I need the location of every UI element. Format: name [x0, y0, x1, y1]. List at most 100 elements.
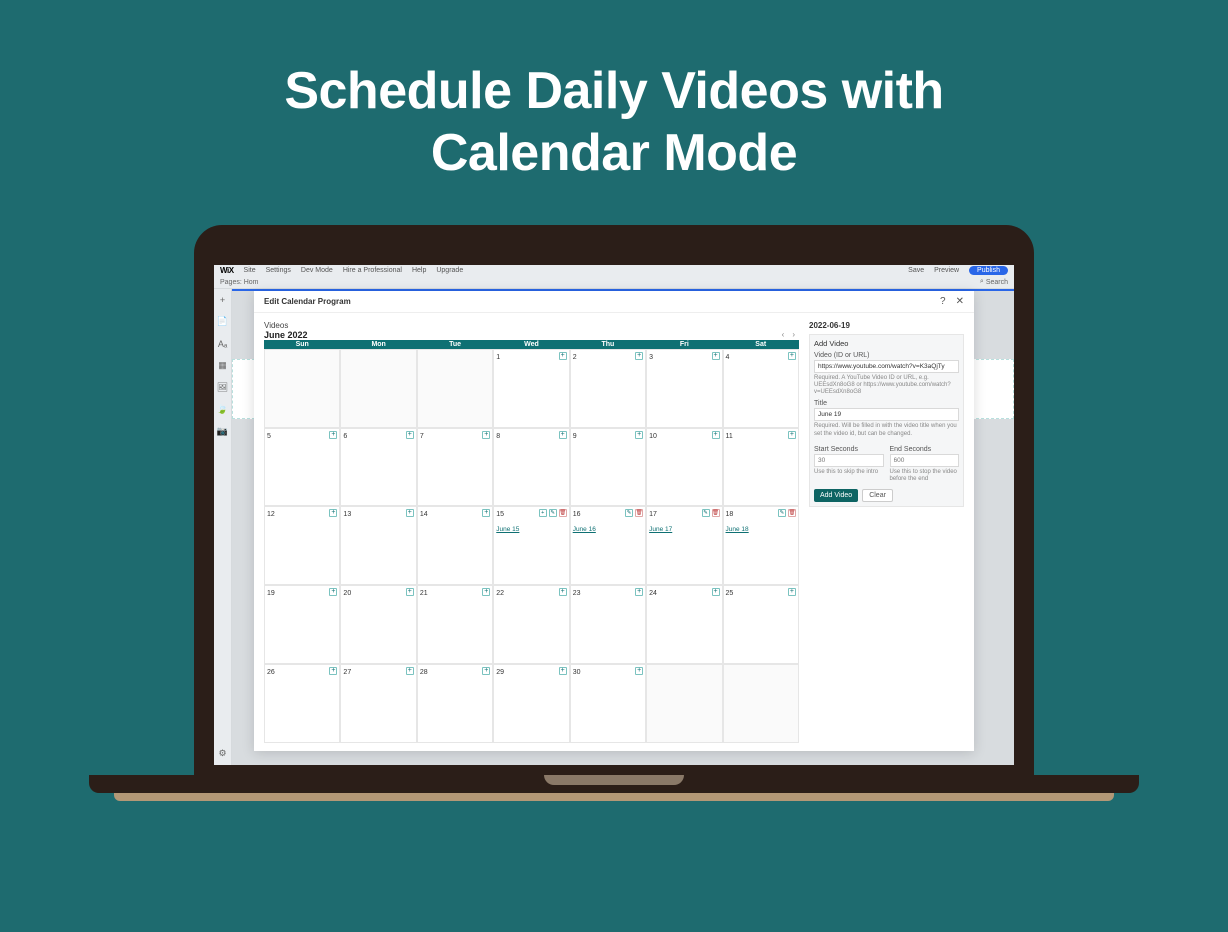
- sidebar-apps-icon[interactable]: ▦: [218, 361, 228, 371]
- add-video-icon[interactable]: +: [635, 588, 643, 596]
- video-id-input[interactable]: [814, 360, 959, 373]
- add-video-icon[interactable]: +: [635, 667, 643, 675]
- calendar-cell[interactable]: 17✎🗑June 17: [646, 506, 722, 585]
- event-label[interactable]: June 16: [573, 526, 643, 533]
- add-video-icon[interactable]: +: [482, 667, 490, 675]
- start-seconds-input[interactable]: [814, 454, 884, 467]
- calendar-cell[interactable]: 6+: [340, 428, 416, 507]
- title-input[interactable]: [814, 408, 959, 421]
- event-label[interactable]: June 17: [649, 526, 719, 533]
- search-label[interactable]: Search: [986, 279, 1008, 286]
- add-video-icon[interactable]: +: [406, 431, 414, 439]
- calendar-cell[interactable]: 22+: [493, 585, 569, 664]
- next-month-button[interactable]: ›: [788, 330, 799, 339]
- add-video-icon[interactable]: +: [329, 588, 337, 596]
- edit-icon[interactable]: ✎: [549, 509, 557, 517]
- delete-icon[interactable]: 🗑: [559, 509, 567, 517]
- add-video-icon[interactable]: +: [635, 352, 643, 360]
- end-seconds-input[interactable]: [890, 454, 960, 467]
- calendar-cell[interactable]: 5+: [264, 428, 340, 507]
- calendar-cell[interactable]: 14+: [417, 506, 493, 585]
- calendar-cell[interactable]: 15+✎🗑June 15: [493, 506, 569, 585]
- add-video-icon[interactable]: +: [406, 588, 414, 596]
- calendar-cell[interactable]: 25+: [723, 585, 799, 664]
- calendar-cell[interactable]: 21+: [417, 585, 493, 664]
- delete-icon[interactable]: 🗑: [788, 509, 796, 517]
- sidebar-leaf-icon[interactable]: 🍃: [218, 405, 228, 415]
- calendar-cell[interactable]: 4+: [723, 349, 799, 428]
- calendar-cell[interactable]: 28+: [417, 664, 493, 743]
- modal-close-icon[interactable]: ✕: [956, 296, 964, 307]
- add-video-icon[interactable]: +: [559, 352, 567, 360]
- calendar-cell[interactable]: 8+: [493, 428, 569, 507]
- sidebar-page-icon[interactable]: 📄: [218, 317, 228, 327]
- calendar-cell[interactable]: 12+: [264, 506, 340, 585]
- calendar-cell[interactable]: 16✎🗑June 16: [570, 506, 646, 585]
- add-video-icon[interactable]: +: [559, 667, 567, 675]
- add-video-icon[interactable]: +: [559, 588, 567, 596]
- delete-icon[interactable]: 🗑: [712, 509, 720, 517]
- calendar-cell[interactable]: 19+: [264, 585, 340, 664]
- add-video-icon[interactable]: +: [788, 352, 796, 360]
- calendar-cell: [264, 349, 340, 428]
- edit-icon[interactable]: ✎: [702, 509, 710, 517]
- calendar-cell[interactable]: 30+: [570, 664, 646, 743]
- event-label[interactable]: June 18: [726, 526, 796, 533]
- sidebar-gear-icon[interactable]: ⚙: [218, 749, 228, 759]
- calendar-cell[interactable]: 20+: [340, 585, 416, 664]
- edit-icon[interactable]: ✎: [778, 509, 786, 517]
- sidebar-text-icon[interactable]: Aₐ: [218, 339, 228, 349]
- add-video-icon[interactable]: +: [539, 509, 547, 517]
- calendar-cell[interactable]: 1+: [493, 349, 569, 428]
- calendar-cell[interactable]: 10+: [646, 428, 722, 507]
- menu-site[interactable]: Site: [244, 267, 256, 274]
- add-video-icon[interactable]: +: [482, 431, 490, 439]
- calendar-cell[interactable]: 26+: [264, 664, 340, 743]
- prev-month-button[interactable]: ‹: [778, 330, 789, 339]
- add-video-icon[interactable]: +: [788, 431, 796, 439]
- modal-help-icon[interactable]: ?: [940, 296, 946, 307]
- menu-help[interactable]: Help: [412, 267, 426, 274]
- add-video-icon[interactable]: +: [406, 509, 414, 517]
- add-video-icon[interactable]: +: [559, 431, 567, 439]
- add-video-icon[interactable]: +: [788, 588, 796, 596]
- publish-button[interactable]: Publish: [969, 266, 1008, 275]
- sidebar-camera-icon[interactable]: 📷: [218, 427, 228, 437]
- add-video-icon[interactable]: +: [329, 431, 337, 439]
- search-icon[interactable]: ⌕: [980, 278, 984, 286]
- clear-button[interactable]: Clear: [862, 489, 893, 502]
- edit-icon[interactable]: ✎: [625, 509, 633, 517]
- pages-breadcrumb[interactable]: Pages: Hom: [220, 279, 259, 286]
- add-video-icon[interactable]: +: [712, 352, 720, 360]
- add-video-icon[interactable]: +: [329, 667, 337, 675]
- calendar-cell[interactable]: 23+: [570, 585, 646, 664]
- add-video-icon[interactable]: +: [329, 509, 337, 517]
- add-video-icon[interactable]: +: [406, 667, 414, 675]
- add-video-button[interactable]: Add Video: [814, 489, 858, 502]
- add-video-icon[interactable]: +: [482, 588, 490, 596]
- calendar-cell[interactable]: 13+: [340, 506, 416, 585]
- menu-hire[interactable]: Hire a Professional: [343, 267, 402, 274]
- calendar-cell[interactable]: 7+: [417, 428, 493, 507]
- preview-link[interactable]: Preview: [934, 267, 959, 274]
- calendar-cell[interactable]: 29+: [493, 664, 569, 743]
- menu-settings[interactable]: Settings: [266, 267, 291, 274]
- calendar-cell[interactable]: 9+: [570, 428, 646, 507]
- event-label[interactable]: June 15: [496, 526, 566, 533]
- calendar-cell[interactable]: 18✎🗑June 18: [723, 506, 799, 585]
- sidebar-add-icon[interactable]: +: [218, 295, 228, 305]
- delete-icon[interactable]: 🗑: [635, 509, 643, 517]
- menu-upgrade[interactable]: Upgrade: [436, 267, 463, 274]
- sidebar-media-icon[interactable]: 🖼: [218, 383, 228, 393]
- calendar-cell[interactable]: 24+: [646, 585, 722, 664]
- add-video-icon[interactable]: +: [712, 431, 720, 439]
- add-video-icon[interactable]: +: [635, 431, 643, 439]
- calendar-cell[interactable]: 2+: [570, 349, 646, 428]
- calendar-cell[interactable]: 27+: [340, 664, 416, 743]
- menu-devmode[interactable]: Dev Mode: [301, 267, 333, 274]
- add-video-icon[interactable]: +: [482, 509, 490, 517]
- calendar-cell[interactable]: 11+: [723, 428, 799, 507]
- calendar-cell[interactable]: 3+: [646, 349, 722, 428]
- save-link[interactable]: Save: [908, 267, 924, 274]
- add-video-icon[interactable]: +: [712, 588, 720, 596]
